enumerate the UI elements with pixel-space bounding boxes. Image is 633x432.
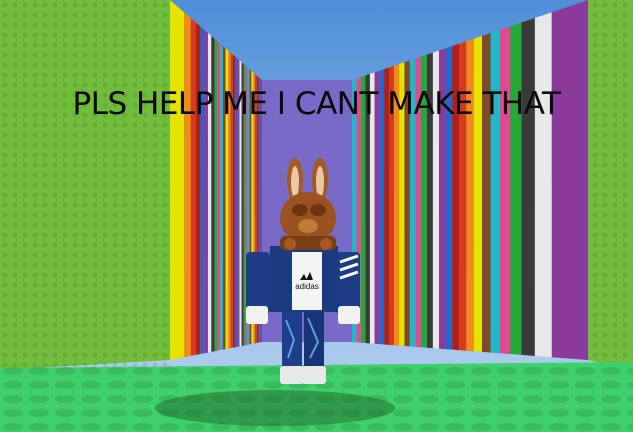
wall-stripe [207, 33, 212, 353]
game-scene: adidas [0, 0, 633, 432]
left-leg [282, 310, 302, 372]
wall-stripe [551, 0, 588, 360]
wall-stripe [499, 26, 511, 355]
wall-stripe [534, 12, 552, 358]
right-arm [336, 252, 360, 314]
wall-stripe [211, 35, 215, 352]
left-arm [246, 252, 270, 314]
wall-stripe [195, 22, 201, 355]
caption-text: PLS HELP ME I CANT MAKE THAT [72, 86, 561, 122]
wall-stripe [490, 29, 500, 354]
shirt-logo-text: adidas [295, 282, 319, 291]
wall-stripe [184, 12, 191, 358]
left-shoe [280, 366, 304, 384]
wall-stripe [482, 33, 491, 353]
left-hand [246, 306, 268, 324]
wall-stripe [170, 0, 185, 360]
wall-stripe [200, 26, 205, 355]
avatar-shadow [155, 390, 395, 426]
wall-stripe [204, 29, 208, 354]
wall-stripe [521, 18, 535, 356]
wall-stripe [190, 18, 196, 356]
wall-stripe [510, 22, 522, 355]
wall-stripe [473, 35, 483, 352]
right-leg [304, 310, 324, 372]
right-hand [338, 306, 360, 324]
right-shoe [302, 366, 326, 384]
shirt [292, 252, 322, 310]
